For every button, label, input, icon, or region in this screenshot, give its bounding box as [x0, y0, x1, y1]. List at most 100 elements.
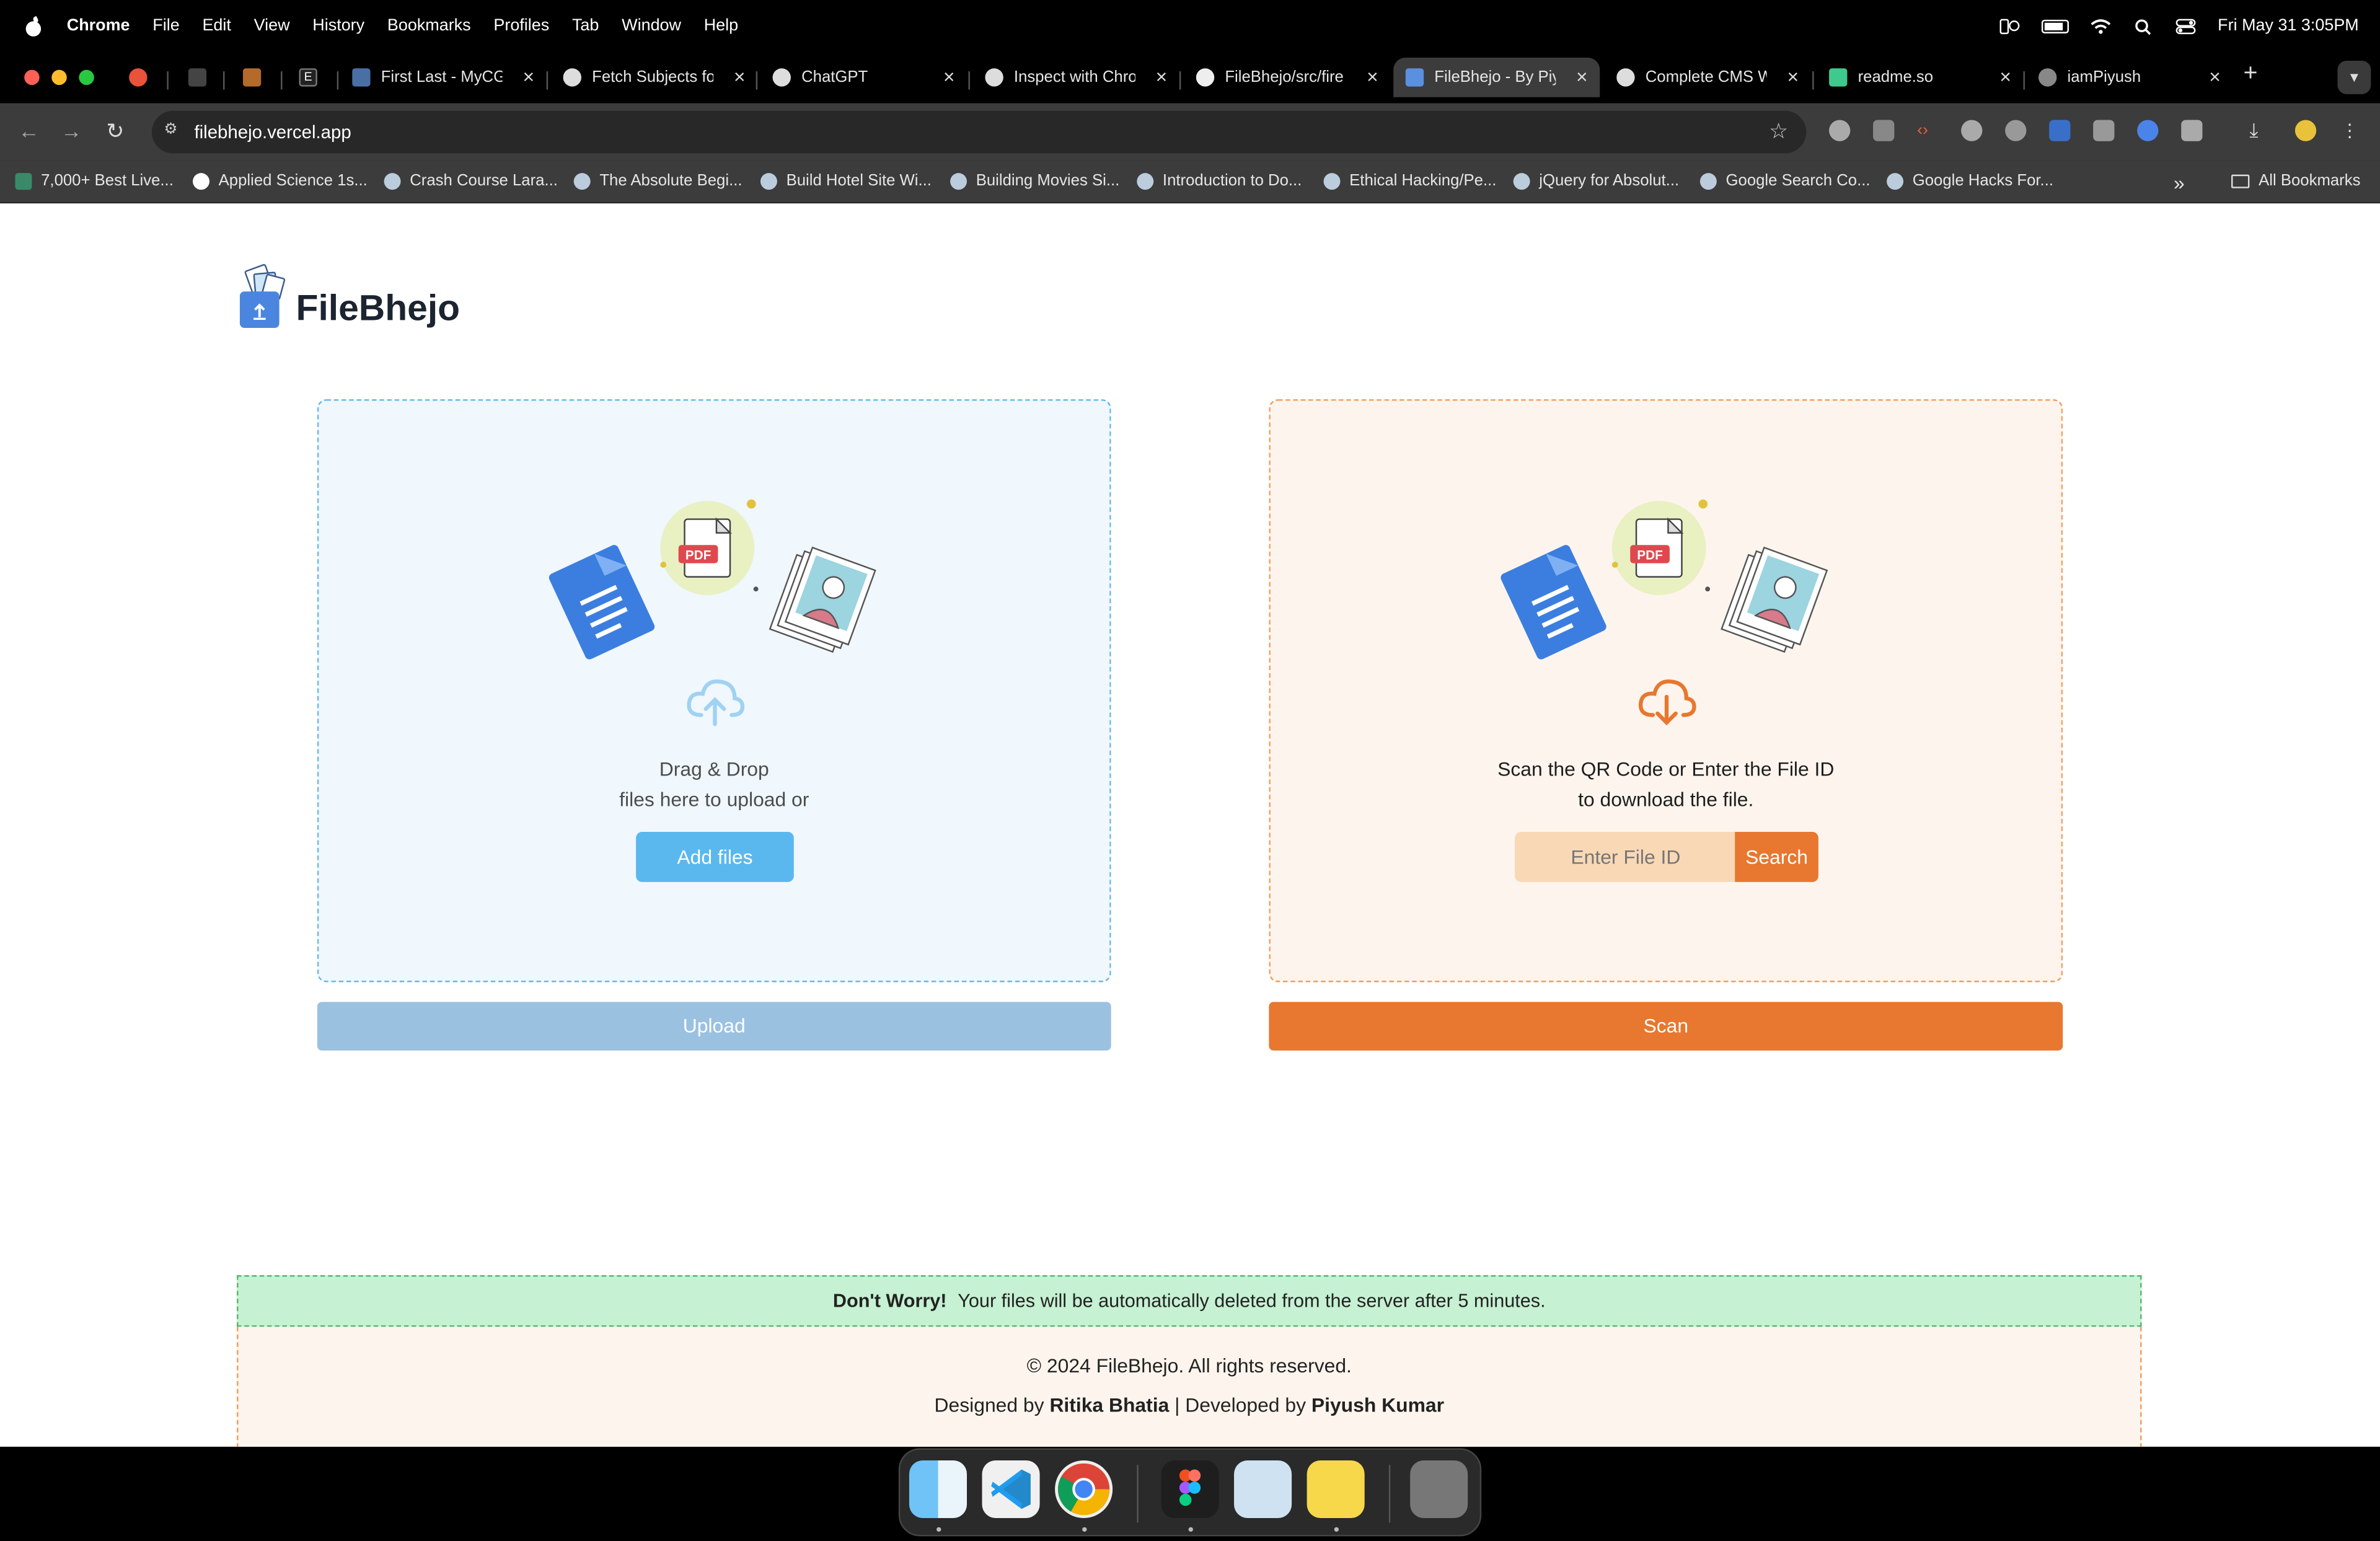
- bookmark-label: Crash Course Lara...: [410, 171, 558, 190]
- developer-name[interactable]: Piyush Kumar: [1311, 1393, 1444, 1416]
- tab-fetch-subjects[interactable]: Fetch Subjects fo ×: [563, 61, 746, 94]
- tab-first-last[interactable]: First Last - MyCG ×: [352, 61, 534, 94]
- menubar-clock[interactable]: Fri May 31 3:05PM: [2218, 17, 2359, 35]
- address-bar[interactable]: ⚙ filebhejo.vercel.app ☆: [151, 110, 1807, 154]
- tab-pinned-4[interactable]: E: [299, 61, 329, 94]
- close-icon[interactable]: ×: [1999, 65, 2011, 88]
- scan-button[interactable]: Scan: [1269, 1002, 2063, 1051]
- file-id-input[interactable]: [1515, 832, 1737, 882]
- minimize-window-button[interactable]: [51, 69, 67, 86]
- bookmark-item[interactable]: Google Hacks For...: [1887, 172, 2053, 190]
- finder-icon[interactable]: [909, 1460, 967, 1518]
- tab-readme[interactable]: readme.so ×: [1829, 61, 2011, 94]
- brand-logo[interactable]: FileBhejo: [237, 261, 460, 331]
- close-icon[interactable]: ×: [1576, 65, 1588, 88]
- download-icon[interactable]: ⤓: [2249, 119, 2270, 141]
- remote-icon[interactable]: [1999, 17, 2021, 34]
- bookmark-item[interactable]: Building Movies Si...: [950, 172, 1119, 190]
- upload-dropzone[interactable]: PDF Drag & Drop files here to upload or …: [317, 399, 1111, 982]
- tab-pinned-3[interactable]: [242, 61, 273, 94]
- tab-filebhejo-active[interactable]: FileBhejo - By Piy ×: [1393, 58, 1600, 97]
- apple-icon[interactable]: [24, 16, 42, 36]
- close-window-button[interactable]: [24, 69, 40, 86]
- search-button[interactable]: Search: [1735, 832, 1818, 882]
- figma-icon[interactable]: [1161, 1460, 1219, 1518]
- bookmark-item[interactable]: jQuery for Absolut...: [1513, 172, 1679, 190]
- file-types-illustration: PDF: [549, 499, 876, 660]
- tab-search-chevron-icon[interactable]: ▼: [2337, 60, 2371, 94]
- close-icon[interactable]: ×: [2209, 65, 2221, 88]
- menu-profiles[interactable]: Profiles: [493, 17, 549, 35]
- screen: Chrome File Edit View History Bookmarks …: [0, 0, 2380, 1541]
- menu-window[interactable]: Window: [622, 17, 681, 35]
- menu-view[interactable]: View: [254, 17, 290, 35]
- close-icon[interactable]: ×: [522, 65, 534, 88]
- back-arrow-icon[interactable]: ←: [18, 118, 39, 143]
- upload-button[interactable]: Upload: [317, 1002, 1111, 1051]
- reload-icon[interactable]: ↻: [106, 118, 124, 144]
- more-bookmarks-chevron-icon[interactable]: »: [2174, 172, 2185, 195]
- tab-favicon: [352, 68, 371, 87]
- preview-icon[interactable]: [1234, 1460, 1292, 1518]
- kebab-menu-icon[interactable]: ⋮: [2340, 120, 2361, 141]
- close-icon[interactable]: ×: [1787, 65, 1799, 88]
- forward-arrow-icon[interactable]: →: [61, 118, 82, 143]
- tab-chatgpt[interactable]: ChatGPT ×: [772, 61, 955, 94]
- tab-pinned-1[interactable]: [129, 61, 159, 94]
- bookmark-item[interactable]: The Absolute Begi...: [573, 172, 743, 190]
- drag-drop-subtext: files here to upload or: [619, 788, 809, 811]
- all-bookmarks-folder[interactable]: All Bookmarks: [2231, 172, 2360, 190]
- designer-name[interactable]: Ritika Bhatia: [1049, 1393, 1169, 1416]
- link-extension-icon[interactable]: [2137, 120, 2159, 141]
- puzzle-extensions-icon[interactable]: [2181, 120, 2203, 141]
- extension-icon[interactable]: [1961, 120, 1983, 141]
- code-extension-icon[interactable]: ‹›: [1917, 120, 1938, 141]
- bookmark-item[interactable]: Build Hotel Site Wi...: [760, 172, 932, 190]
- tab-github[interactable]: FileBhejo/src/fire ×: [1196, 61, 1378, 94]
- window-extension-icon[interactable]: [2093, 120, 2115, 141]
- chrome-icon[interactable]: [1055, 1460, 1113, 1518]
- wifi-icon[interactable]: [2090, 17, 2111, 34]
- zoom-window-button[interactable]: [79, 69, 94, 86]
- address-bar-url[interactable]: filebhejo.vercel.app: [194, 121, 351, 143]
- gear-extension-icon[interactable]: [2005, 120, 2027, 141]
- control-center-icon[interactable]: [2175, 17, 2197, 34]
- menu-history[interactable]: History: [312, 17, 364, 35]
- bookmark-item[interactable]: Applied Science 1s...: [193, 172, 368, 190]
- site-settings-icon[interactable]: ⚙: [164, 121, 183, 141]
- close-icon[interactable]: ×: [734, 65, 746, 88]
- close-icon[interactable]: ×: [1156, 65, 1168, 88]
- menu-file[interactable]: File: [152, 17, 179, 35]
- tab-pinned-2[interactable]: [188, 61, 219, 94]
- tab-inspect[interactable]: Inspect with Chro ×: [985, 61, 1167, 94]
- menu-edit[interactable]: Edit: [202, 17, 231, 35]
- bookmark-star-icon[interactable]: ☆: [1769, 118, 1788, 144]
- new-tab-plus-icon[interactable]: +: [2244, 61, 2258, 88]
- menu-app-name[interactable]: Chrome: [67, 17, 130, 35]
- profile-avatar[interactable]: [2294, 120, 2317, 141]
- tab-iampiyush[interactable]: iamPiyush ×: [2038, 61, 2221, 94]
- camera-extension-icon[interactable]: [1873, 120, 1895, 141]
- bookmark-item[interactable]: Google Search Co...: [1699, 172, 1871, 190]
- tab-favicon: [563, 68, 581, 87]
- close-icon[interactable]: ×: [943, 65, 955, 88]
- vscode-icon[interactable]: [982, 1460, 1040, 1518]
- bookmark-item[interactable]: Introduction to Do...: [1137, 172, 1302, 190]
- tab-title: Inspect with Chro: [1013, 68, 1135, 87]
- tab-favicon: [985, 68, 1003, 87]
- notes-icon[interactable]: [1307, 1460, 1365, 1518]
- bookmark-item[interactable]: 7,000+ Best Live...: [15, 172, 174, 190]
- menu-bookmarks[interactable]: Bookmarks: [387, 17, 471, 35]
- close-icon[interactable]: ×: [1367, 65, 1378, 88]
- spotlight-icon[interactable]: [2133, 17, 2154, 35]
- add-files-button[interactable]: Add files: [636, 832, 794, 882]
- extension-icon[interactable]: [1829, 120, 1851, 141]
- bookmark-item[interactable]: Ethical Hacking/Pe...: [1323, 172, 1496, 190]
- trash-icon[interactable]: [1410, 1460, 1468, 1518]
- menu-tab[interactable]: Tab: [572, 17, 599, 35]
- pdf-extension-icon[interactable]: [2049, 120, 2071, 141]
- battery-icon[interactable]: [2042, 19, 2069, 33]
- menu-help[interactable]: Help: [704, 17, 738, 35]
- tab-cms[interactable]: Complete CMS W ×: [1616, 61, 1799, 94]
- bookmark-item[interactable]: Crash Course Lara...: [384, 172, 558, 190]
